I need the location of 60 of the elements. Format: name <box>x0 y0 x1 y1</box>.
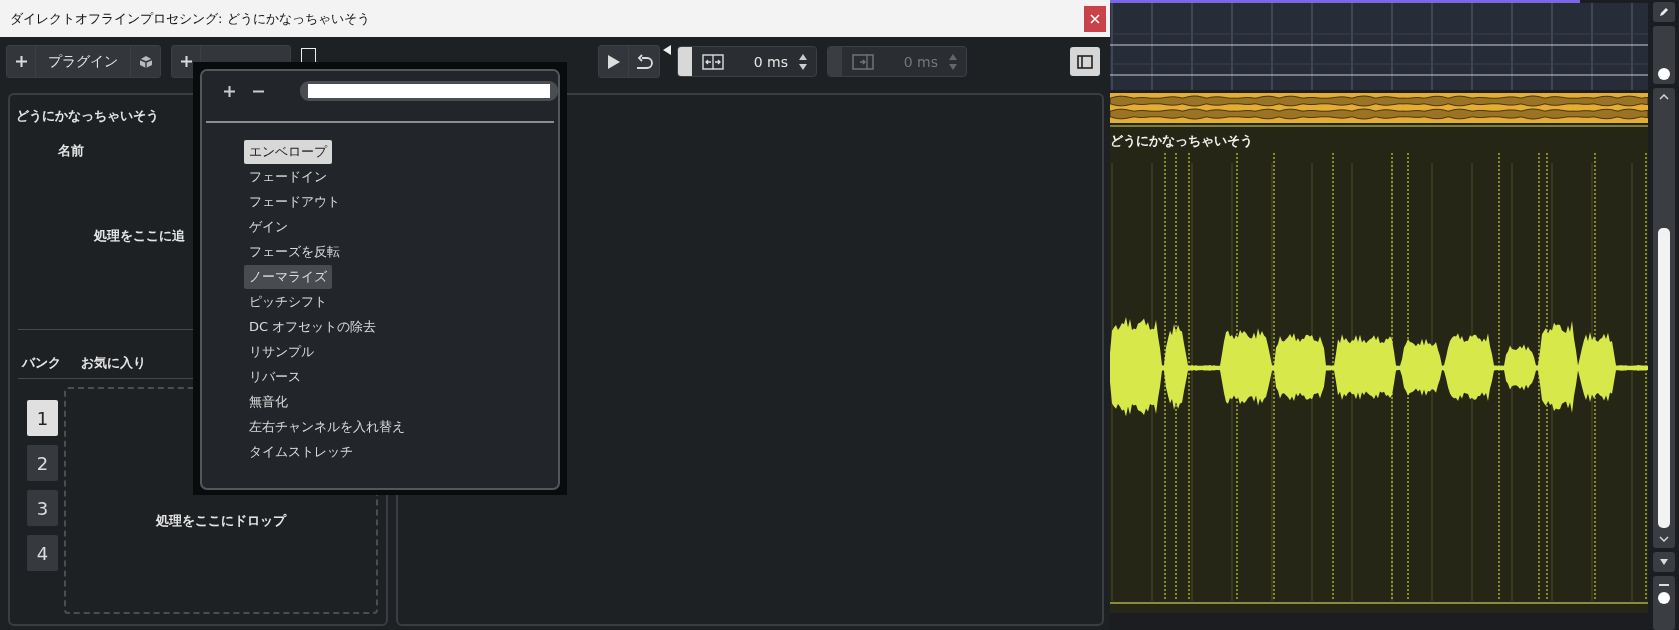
triangle-down-icon <box>1659 559 1668 565</box>
clip-name: どうにかなっちゃいそう <box>1110 132 1253 150</box>
plus-icon <box>224 85 235 97</box>
menu-item[interactable]: タイムストレッチ <box>244 439 358 464</box>
panel-icon <box>1077 54 1093 69</box>
range-icon <box>702 53 724 70</box>
chevron-up-icon <box>1658 94 1669 100</box>
panel-title: どうにかなっちゃいそう <box>16 107 159 125</box>
favorites-header: お気に入り <box>81 354 146 372</box>
menu-item[interactable]: フェーズを反転 <box>244 239 345 264</box>
bank-button[interactable]: 1 <box>27 400 58 436</box>
menu-item[interactable]: フェードアウト <box>244 189 345 214</box>
slider-thumb[interactable] <box>1657 68 1670 81</box>
menu-item[interactable]: 無音化 <box>244 389 293 414</box>
scrollbar[interactable] <box>1652 88 1675 548</box>
exit-icon <box>852 53 874 70</box>
menu-item[interactable]: フェードイン <box>244 164 332 189</box>
spin-icon <box>798 52 808 71</box>
spin-icon <box>948 52 958 71</box>
name-label: 名前 <box>58 142 84 160</box>
bank-button[interactable]: 4 <box>27 535 58 571</box>
bank-button[interactable]: 2 <box>27 445 58 481</box>
menu-item[interactable]: ピッチシフト <box>244 289 332 314</box>
panel-toggle-button[interactable] <box>1070 47 1100 76</box>
play-icon <box>606 53 621 70</box>
close-icon <box>1090 13 1100 24</box>
slider-thumb[interactable] <box>1657 592 1670 605</box>
chevron-down-icon <box>1658 536 1669 542</box>
preset-button[interactable] <box>131 45 161 78</box>
menu-item[interactable]: リサンプル <box>244 339 319 364</box>
add-hint: 処理をここに追 <box>94 227 185 245</box>
plus-icon <box>180 56 192 67</box>
add-button[interactable] <box>222 83 237 99</box>
window-title: ダイレクトオフラインプロセシング: どうにかなっちゃいそう <box>10 9 371 28</box>
bank-header: バンク <box>22 354 61 372</box>
menu-item[interactable]: ノーマライズ <box>244 264 332 289</box>
cube-icon <box>138 54 153 69</box>
menu-item[interactable]: DC オフセットの除去 <box>244 314 382 339</box>
bank-button[interactable]: 3 <box>27 490 58 526</box>
zoom-slider[interactable] <box>1652 26 1675 84</box>
loop-button[interactable] <box>629 45 660 78</box>
menu-item[interactable]: エンベロープ <box>244 139 332 164</box>
drop-hint: 処理をここにドロップ <box>156 511 286 530</box>
pencil-button[interactable] <box>1652 2 1675 22</box>
loop-icon <box>634 53 654 70</box>
close-button[interactable] <box>1084 5 1106 32</box>
play-button[interactable] <box>598 45 629 78</box>
dropdown-button[interactable] <box>1652 552 1675 572</box>
pencil-icon <box>1658 7 1669 17</box>
time-value: 0 ms <box>752 53 788 70</box>
marker-icon <box>663 45 671 55</box>
time-field[interactable]: 0 ms <box>677 46 817 77</box>
add-plugin-button[interactable] <box>6 45 36 78</box>
search-field[interactable] <box>300 81 558 101</box>
time-value: 0 ms <box>902 53 938 70</box>
menu-item[interactable]: リバース <box>244 364 306 389</box>
plugin-button[interactable]: プラグイン <box>36 45 131 78</box>
plus-icon <box>15 56 27 67</box>
menu-item[interactable]: ゲイン <box>244 214 293 239</box>
height-slider[interactable] <box>1652 576 1675 630</box>
